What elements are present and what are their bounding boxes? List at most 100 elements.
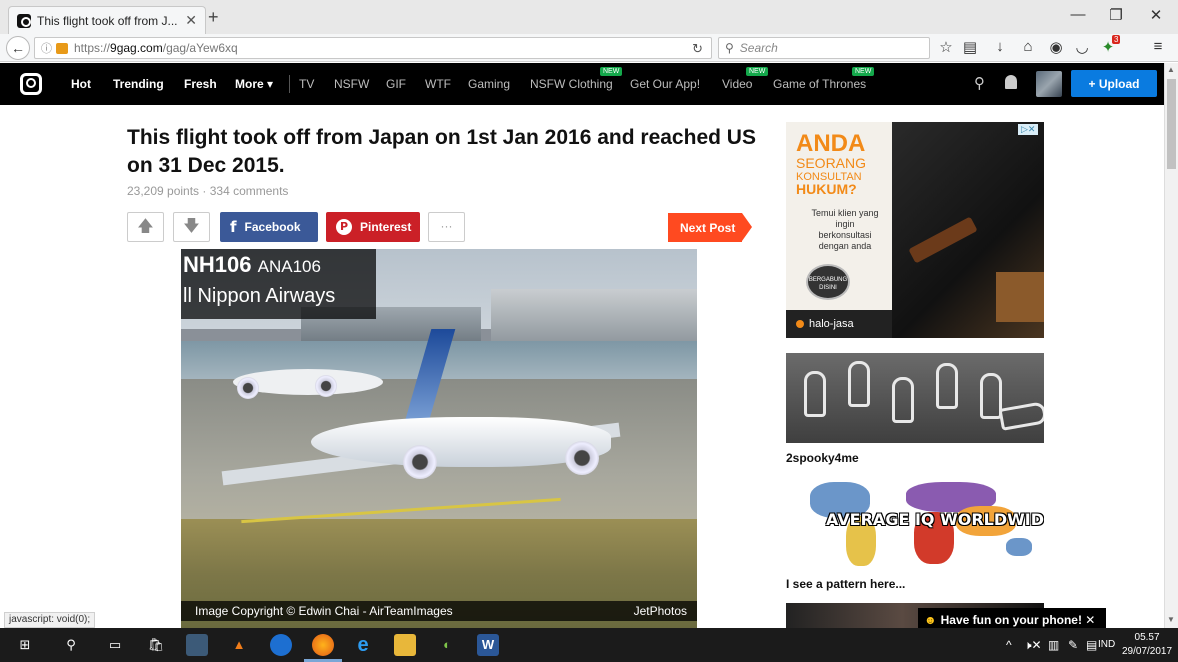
word-icon[interactable]: W	[477, 634, 499, 656]
tab-title: This flight took off from J...	[37, 13, 178, 28]
network-icon[interactable]: ▥	[1048, 638, 1059, 652]
nav-tv[interactable]: TV	[299, 77, 314, 91]
ad-brand-name: halo-jasa	[809, 318, 854, 330]
tab-close-icon[interactable]: ✕	[185, 12, 197, 29]
nav-fresh[interactable]: Fresh	[184, 77, 217, 91]
page-scrollbar[interactable]: ▲ ▼	[1164, 63, 1178, 628]
ad-brand: halo-jasa	[786, 310, 892, 338]
ad-cta-button[interactable]: BERGABUNG DISINI	[806, 264, 850, 300]
site-search-icon[interactable]: ⚲	[974, 74, 985, 92]
next-post-button[interactable]: Next Post	[668, 213, 752, 242]
reading-list-icon[interactable]: ▤	[960, 38, 980, 56]
nav-game-of-thrones[interactable]: Game of Thrones	[773, 77, 866, 91]
action-center-icon[interactable]: ▤	[1086, 638, 1097, 652]
scrollbar-thumb[interactable]	[1167, 79, 1176, 169]
chrome-like-icon[interactable]: ◐	[436, 634, 458, 656]
download-icon[interactable]: ↓	[990, 38, 1010, 55]
scroll-up-icon[interactable]: ▲	[1167, 65, 1175, 74]
pocket-icon[interactable]: ◡	[1072, 38, 1092, 56]
skeleton-figure	[804, 371, 826, 417]
home-icon[interactable]: ⌂	[1018, 38, 1038, 55]
task-view-icon[interactable]: ▭	[104, 634, 126, 656]
site-info-icon[interactable]: ⓘ	[41, 40, 52, 56]
input-language[interactable]: IND	[1098, 639, 1115, 650]
clock-date: 29/07/2017	[1122, 646, 1173, 657]
minimize-icon[interactable]: —	[1068, 6, 1088, 23]
nav-nsfw-clothing[interactable]: NSFW Clothing	[530, 77, 613, 91]
taskbar-clock[interactable]: 05.57 29/07/2017	[1122, 631, 1172, 659]
sidebar-item-label[interactable]: I see a pattern here...	[786, 577, 905, 591]
downvote-button[interactable]: 🡇	[173, 212, 210, 242]
nav-wtf[interactable]: WTF	[425, 77, 451, 91]
reload-icon[interactable]: ↻	[692, 41, 703, 57]
post-meta[interactable]: 23,209 points · 334 comments	[127, 184, 288, 198]
nav-video[interactable]: Video	[722, 77, 752, 91]
store-icon[interactable]: 🛍	[145, 634, 167, 656]
pinterest-share-button[interactable]: P Pinterest	[326, 212, 420, 242]
sidebar-item-iq-map-thumbnail[interactable]: AVERAGE IQ WORLDWIDE	[786, 476, 1044, 572]
facebook-share-button[interactable]: f Facebook	[220, 212, 318, 242]
extension-badge: 3	[1112, 35, 1121, 44]
more-share-button[interactable]: ···	[428, 212, 465, 242]
new-badge: NEW	[852, 67, 875, 76]
back-button[interactable]: ←	[6, 36, 30, 60]
user-avatar[interactable]	[1036, 71, 1062, 97]
media-app-icon[interactable]	[270, 634, 292, 656]
edge-icon[interactable]: e	[352, 634, 374, 656]
volume-muted-icon[interactable]: 🕨✕	[1024, 638, 1042, 653]
vlc-icon[interactable]: ▲	[228, 634, 250, 656]
url-protocol: https://	[74, 41, 111, 55]
upload-button[interactable]: + Upload	[1071, 70, 1157, 97]
nav-gif[interactable]: GIF	[386, 77, 406, 91]
bookmark-star-icon[interactable]: ☆	[936, 38, 956, 56]
nav-trending[interactable]: Trending	[113, 77, 164, 91]
browser-search-input[interactable]: ⚲ Search	[718, 37, 930, 59]
nav-hot[interactable]: Hot	[71, 77, 91, 91]
scroll-down-icon[interactable]: ▼	[1167, 615, 1175, 624]
ad-body: Temui klien yang ingin berkonsultasi den…	[811, 208, 879, 251]
url-bar[interactable]: ⓘ https:// 9gag.com /gag/aYew6xq ↻	[34, 37, 712, 59]
nav-get-our-app[interactable]: Get Our App!	[630, 77, 700, 91]
9gag-logo-icon[interactable]	[20, 73, 42, 95]
sidebar-ad[interactable]: ANDA SEORANG KONSULTAN HUKUM? Temui klie…	[786, 122, 1044, 338]
mixed-content-lock-icon[interactable]	[56, 42, 68, 54]
nav-more-dropdown[interactable]: More ▾	[235, 77, 273, 91]
file-explorer-icon[interactable]	[394, 634, 416, 656]
photo-flight-code: ANA106	[257, 257, 321, 276]
photo-flight-number: NH106	[183, 252, 252, 277]
show-hidden-icons-icon[interactable]: ^	[1006, 638, 1012, 652]
photo-engine-bg2	[315, 375, 337, 397]
nav-gaming[interactable]: Gaming	[468, 77, 510, 91]
new-tab-icon[interactable]: +	[208, 7, 219, 28]
chat-icon[interactable]: ◉	[1046, 38, 1066, 56]
photo-caption-box: NH106 ANA106 ll Nippon Airways	[181, 249, 376, 319]
photo-credit-bar: Image Copyright © Edwin Chai - AirTeamIm…	[181, 601, 697, 621]
restore-icon[interactable]: ❐	[1106, 6, 1126, 24]
clock-time: 05.57	[1134, 632, 1160, 643]
cortana-search-icon[interactable]: ⚲	[60, 634, 82, 656]
windows-start-icon[interactable]: ⊞	[14, 634, 36, 656]
upvote-button[interactable]: 🡅	[127, 212, 164, 242]
pen-icon[interactable]: ✎	[1068, 638, 1078, 652]
nav-nsfw[interactable]: NSFW	[334, 77, 369, 91]
toast-text[interactable]: Have fun on your phone! ✕	[941, 613, 1096, 627]
notification-bell-icon[interactable]	[1005, 75, 1017, 89]
sidebar-item-label[interactable]: 2spooky4me	[786, 451, 859, 465]
browser-tab-active[interactable]: This flight took off from J... ✕	[8, 6, 206, 34]
new-badge: NEW	[746, 67, 769, 76]
facebook-icon: f	[230, 218, 237, 236]
close-window-icon[interactable]: ✕	[1146, 6, 1166, 24]
hamburger-menu-icon[interactable]: ≡	[1148, 38, 1168, 55]
firefox-icon[interactable]	[312, 634, 334, 656]
search-icon: ⚲	[725, 41, 734, 55]
photos-app-icon[interactable]	[186, 634, 208, 656]
post-image[interactable]: NH106 ANA106 ll Nippon Airways Image Cop…	[181, 249, 697, 629]
skeleton-figure	[936, 363, 958, 409]
skeleton-figure	[892, 377, 914, 423]
sidebar-item-2spooky4me-thumbnail[interactable]	[786, 353, 1044, 443]
ad-books	[996, 272, 1044, 322]
ad-choices-icon[interactable]: ▷✕	[1018, 124, 1039, 135]
photo-engine-right	[565, 441, 599, 475]
halo-jasa-logo-icon	[796, 320, 804, 328]
search-placeholder: Search	[739, 41, 778, 55]
